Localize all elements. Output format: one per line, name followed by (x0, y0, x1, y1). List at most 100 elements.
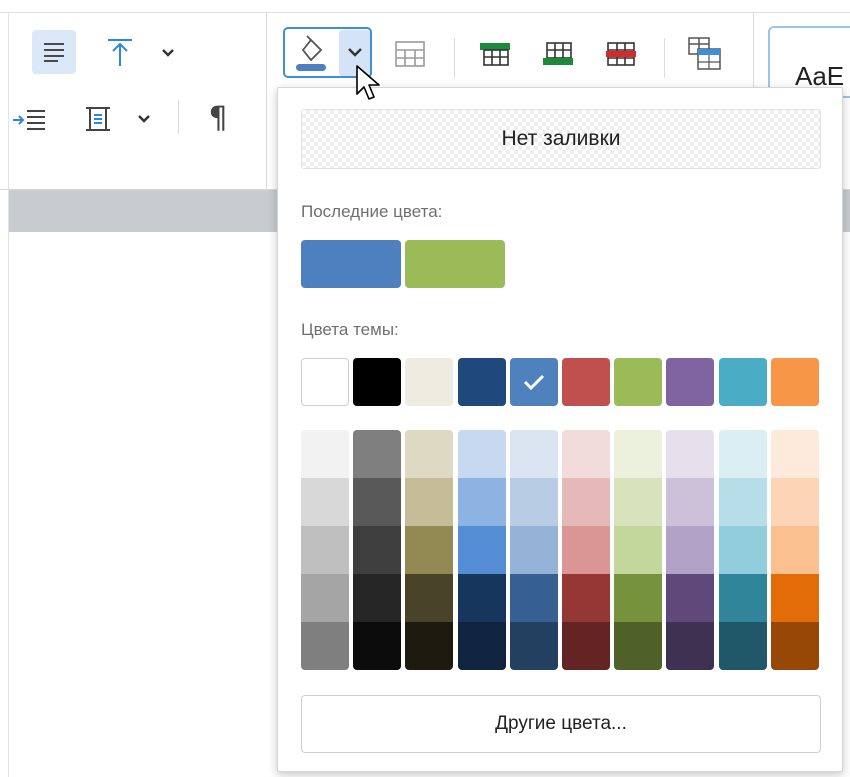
more-colors-label: Другие цвета... (495, 713, 627, 734)
shade-column (718, 430, 767, 670)
table-borders-button[interactable] (388, 34, 432, 74)
theme-color-swatch[interactable] (301, 358, 349, 406)
shade-swatch[interactable] (770, 526, 819, 574)
shade-swatch[interactable] (718, 478, 767, 526)
shade-swatch[interactable] (666, 430, 715, 478)
shade-swatch[interactable] (562, 430, 610, 478)
shade-swatch[interactable] (718, 526, 767, 574)
shade-swatch[interactable] (509, 526, 558, 574)
theme-colors-label: Цвета темы: (301, 320, 399, 339)
recent-color-swatch[interactable] (405, 240, 505, 288)
checkmark-icon (523, 374, 544, 391)
chevron-down-icon (348, 48, 362, 57)
recent-color-swatch[interactable] (301, 240, 401, 288)
shade-swatch[interactable] (457, 430, 506, 478)
shade-swatch[interactable] (562, 478, 610, 526)
shade-column (301, 430, 349, 670)
vertical-align-top-button[interactable] (100, 30, 140, 74)
shade-swatch[interactable] (614, 574, 663, 622)
shade-swatch[interactable] (614, 622, 663, 670)
theme-color-swatch[interactable] (770, 358, 819, 406)
shade-swatch[interactable] (509, 574, 558, 622)
shade-swatch[interactable] (614, 526, 663, 574)
shade-swatch[interactable] (301, 478, 349, 526)
shade-column (614, 430, 663, 670)
shade-column (353, 430, 402, 670)
shade-swatch[interactable] (666, 526, 715, 574)
shade-swatch[interactable] (666, 574, 715, 622)
shade-swatch[interactable] (718, 430, 767, 478)
chevron-down-icon (138, 115, 150, 123)
theme-color-swatch[interactable] (509, 358, 558, 406)
shade-swatch[interactable] (509, 622, 558, 670)
theme-color-swatch[interactable] (353, 358, 402, 406)
shade-swatch[interactable] (353, 574, 402, 622)
shade-column (770, 430, 819, 670)
table-styles-gallery-button[interactable] (680, 30, 728, 76)
shade-swatch[interactable] (301, 622, 349, 670)
theme-color-swatch[interactable] (457, 358, 506, 406)
shade-swatch[interactable] (405, 574, 454, 622)
shade-swatch[interactable] (770, 430, 819, 478)
theme-color-swatch[interactable] (666, 358, 715, 406)
indent-icon (13, 110, 45, 130)
shade-swatch[interactable] (562, 574, 610, 622)
shade-swatch[interactable] (301, 574, 349, 622)
shade-column (405, 430, 454, 670)
cell-margins-dropdown[interactable] (132, 108, 156, 130)
cell-margins-button[interactable] (80, 100, 116, 138)
shade-swatch[interactable] (405, 526, 454, 574)
recent-colors-label: Последние цвета: (301, 202, 443, 221)
shade-swatch[interactable] (457, 526, 506, 574)
chevron-down-icon (162, 49, 174, 57)
align-justify-button[interactable] (32, 30, 76, 74)
shade-swatch[interactable] (353, 478, 402, 526)
shade-swatch[interactable] (405, 430, 454, 478)
more-colors-button[interactable]: Другие цвета... (301, 695, 821, 753)
theme-color-swatch[interactable] (614, 358, 663, 406)
shade-swatch[interactable] (405, 622, 454, 670)
shade-swatch[interactable] (770, 622, 819, 670)
shade-swatch[interactable] (353, 430, 402, 478)
shade-swatch[interactable] (301, 526, 349, 574)
shade-swatch[interactable] (457, 574, 506, 622)
no-fill-button[interactable]: Нет заливки (301, 109, 821, 169)
shade-swatch[interactable] (353, 622, 402, 670)
vertical-align-dropdown[interactable] (156, 42, 180, 64)
shade-column (562, 430, 610, 670)
shade-swatch[interactable] (457, 478, 506, 526)
shade-swatch[interactable] (666, 478, 715, 526)
shade-swatch[interactable] (509, 478, 558, 526)
shade-swatch[interactable] (457, 622, 506, 670)
theme-color-swatch[interactable] (562, 358, 610, 406)
no-fill-label: Нет заливки (501, 127, 621, 150)
shade-column (457, 430, 506, 670)
theme-color-swatch[interactable] (405, 358, 454, 406)
table-style-header-green-button[interactable] (473, 34, 517, 74)
cell-margins-icon (86, 107, 110, 131)
shade-swatch[interactable] (562, 526, 610, 574)
show-formatting-marks-button[interactable]: ¶ (196, 96, 240, 140)
cell-fill-button[interactable] (288, 31, 334, 75)
table-style-footer-green-button[interactable] (536, 34, 580, 74)
table-style-red-button[interactable] (599, 34, 643, 74)
shade-swatch[interactable] (614, 478, 663, 526)
shade-swatch[interactable] (301, 430, 349, 478)
toolbar-separator (454, 38, 455, 78)
table-styles-icon (688, 37, 721, 70)
shade-swatch[interactable] (562, 622, 610, 670)
shade-swatch[interactable] (770, 478, 819, 526)
table-grid-icon (395, 41, 425, 67)
shade-swatch[interactable] (718, 574, 767, 622)
paragraph-mark-icon: ¶ (208, 100, 228, 136)
theme-color-swatch[interactable] (718, 358, 767, 406)
shade-swatch[interactable] (770, 574, 819, 622)
mouse-cursor-icon (356, 65, 380, 100)
increase-indent-button[interactable] (8, 100, 50, 140)
shade-swatch[interactable] (353, 526, 402, 574)
shade-swatch[interactable] (405, 478, 454, 526)
shade-swatch[interactable] (509, 430, 558, 478)
shade-swatch[interactable] (614, 430, 663, 478)
shade-swatch[interactable] (666, 622, 715, 670)
shade-swatch[interactable] (718, 622, 767, 670)
